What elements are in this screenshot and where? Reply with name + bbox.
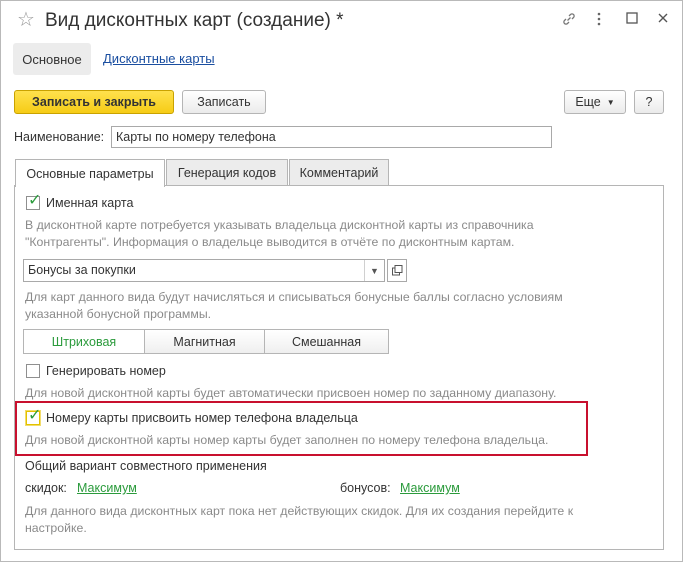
save-and-close-button[interactable]: Записать и закрыть xyxy=(14,90,174,114)
form-window: ☆ Вид дисконтных карт (создание) * Основ… xyxy=(0,0,683,562)
named-card-checkbox[interactable]: ✓ xyxy=(26,192,41,210)
generate-number-checkbox[interactable] xyxy=(26,364,40,378)
generate-number-note: Для новой дисконтной карты будет автомат… xyxy=(25,386,557,400)
discounts-value-link[interactable]: Максимум xyxy=(77,481,137,495)
open-icon[interactable] xyxy=(387,259,407,282)
name-label: Наименование: xyxy=(14,130,105,144)
chevron-down-icon[interactable]: ▼ xyxy=(364,260,384,281)
card-type-magnetic[interactable]: Магнитная xyxy=(144,329,265,354)
checkmark-icon: ✓ xyxy=(28,192,42,209)
save-button[interactable]: Записать xyxy=(182,90,266,114)
bonus-note-2: указанной бонусной программы. xyxy=(25,307,212,321)
tab-basic-params[interactable]: Основные параметры xyxy=(15,159,165,187)
bonus-program-value: Бонусы за покупки xyxy=(28,263,136,277)
bonuses-label: бонусов: xyxy=(340,481,391,495)
combined-heading: Общий вариант совместного применения xyxy=(25,459,267,473)
bonuses-value-link[interactable]: Максимум xyxy=(400,481,460,495)
more-button-label: Еще xyxy=(575,95,601,109)
named-card-label: Именная карта xyxy=(46,196,134,210)
generate-number-label: Генерировать номер xyxy=(46,364,166,378)
more-icon[interactable] xyxy=(590,11,608,29)
card-type-mixed[interactable]: Смешанная xyxy=(264,329,389,354)
maximize-icon[interactable] xyxy=(623,11,641,29)
combined-note-2: настройке. xyxy=(25,521,87,535)
checkmark-icon: ✓ xyxy=(28,407,42,424)
tab-code-generation[interactable]: Генерация кодов xyxy=(166,159,288,186)
discounts-label: скидок: xyxy=(25,481,67,495)
combined-note-1: Для данного вида дисконтных карт пока не… xyxy=(25,504,574,518)
tab-comment[interactable]: Комментарий xyxy=(289,159,389,186)
close-icon[interactable] xyxy=(654,11,672,29)
star-icon[interactable]: ☆ xyxy=(17,9,35,31)
named-card-note-2: "Контрагенты". Информация о владельце вы… xyxy=(25,235,515,249)
nav-link-discount-cards[interactable]: Дисконтные карты xyxy=(103,51,215,66)
phone-number-note: Для новой дисконтной карты номер карты б… xyxy=(25,433,549,447)
bonus-program-select[interactable]: Бонусы за покупки ▼ xyxy=(23,259,385,282)
bonus-note-1: Для карт данного вида будут начисляться … xyxy=(25,290,563,304)
name-input[interactable]: Карты по номеру телефона xyxy=(111,126,552,148)
phone-number-label: Номеру карты присвоить номер телефона вл… xyxy=(46,411,358,425)
more-button[interactable]: Еще ▼ xyxy=(564,90,626,114)
phone-number-checkbox[interactable]: ✓ xyxy=(26,407,41,425)
chevron-down-icon: ▼ xyxy=(606,97,615,107)
card-type-barcode[interactable]: Штриховая xyxy=(23,329,145,354)
named-card-note-1: В дисконтной карте потребуется указывать… xyxy=(25,218,534,232)
link-icon[interactable] xyxy=(560,11,578,29)
nav-tab-main[interactable]: Основное xyxy=(13,43,91,75)
title-bar: ☆ Вид дисконтных карт (создание) * xyxy=(1,1,682,41)
window-title: Вид дисконтных карт (создание) * xyxy=(45,10,344,31)
help-button[interactable]: ? xyxy=(634,90,664,114)
